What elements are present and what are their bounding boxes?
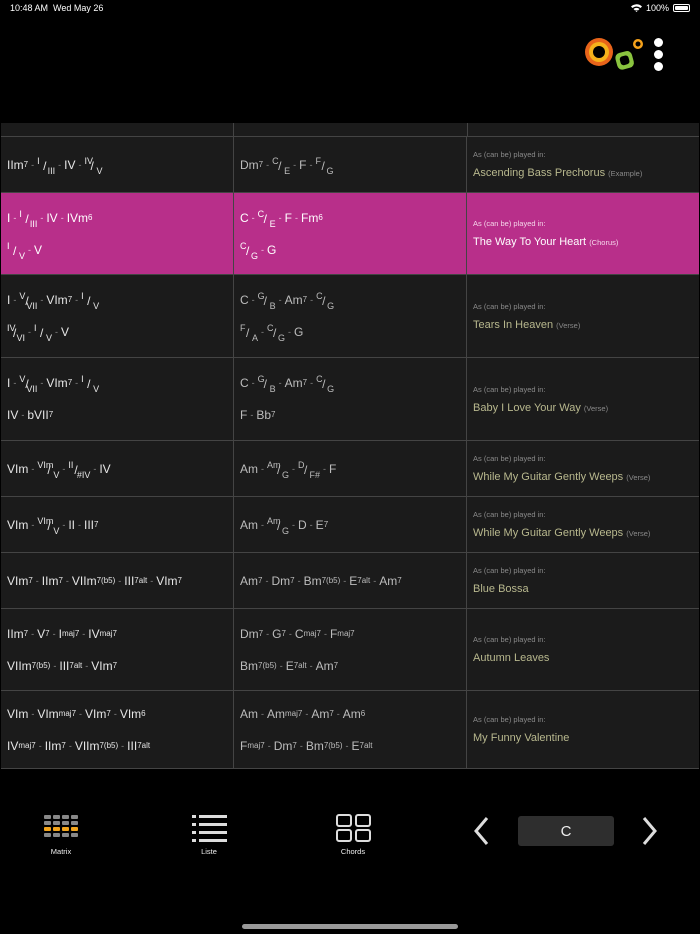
song-cell: As (can be) played in: Ascending Bass Pr… [473,150,643,179]
chords-grid-icon [335,814,371,842]
tab-list-label: Liste [201,847,217,856]
matrix-grid-icon [43,815,78,837]
app-logo [585,38,643,70]
song-cell: As (can be) played in: While My Guitar G… [473,454,651,483]
table-row[interactable]: VIm - VIm / V - II / #IV - IV Am - Am / G - D / F# - F As (c… [1,441,699,497]
song-title: Tears In Heaven [473,318,554,331]
song-title: Baby I Love Your Way [473,401,581,414]
song-title: While My Guitar Gently Weeps [473,471,624,483]
song-cell: As (can be) played in: My Funny Valentin… [473,715,570,744]
chords-cell: Am - Am / G - D - E 7 [234,497,467,552]
key-selector[interactable]: C [518,816,614,846]
chevron-left-icon[interactable] [472,815,490,847]
tab-chords-label: Chords [340,847,366,856]
dot-icon [653,38,663,47]
song-cell: As (can be) played in: While My Guitar G… [473,510,651,539]
chords-cell: Am - Am / G - D / F# - F [234,441,467,496]
battery-icon [673,4,690,12]
key-value: C [560,822,572,840]
song-title: Autumn Leaves [473,652,550,664]
roman-numerals-cell: I - V / VII - VIm 7- I / V IV - bVII 7 [1,358,234,440]
chevron-right-icon[interactable] [641,815,659,847]
roman-numerals-cell: I - V / VII - VIm 7- I / V IV / VI - I / V - V [1,275,234,357]
chords-cell: Dm 7- C / E - F - F / G [234,137,467,192]
song-title: The Way To Your Heart [473,236,587,248]
table-row[interactable]: IIm 7- I / III - IV - IV / V Dm 7- C / E - F - F / G As (can… [1,137,699,193]
song-title: While My Guitar Gently Weeps [473,527,624,539]
chords-cell: C - C / E - F - Fm 6 C / G - G [234,193,467,274]
table-row[interactable]: VIm 7- IIm 7- VIIm 7(b5) - III 7 alt - VIm 7 Am 7- Dm 7… [1,553,699,609]
chords-cell: C - G / B - Am 7- C / G F - Bb 7 [234,358,467,440]
wifi-icon [630,4,642,12]
dot-icon [653,50,663,59]
table-row[interactable]: VIm - VIm maj7- VIm 7- VIm 6 IV maj 7- IIm 7- VIIm 7(… [1,691,699,769]
chords-cell: Am - Am maj7- Am 7- Am 6 Fmaj 7- Dm 7- Bm 7(b5) - E 7 al… [234,691,467,768]
table-row-selected[interactable]: I - I / III - IV - IVm 6 I / V - V C - C / E - F - Fm 6 C / G - G … [1,193,699,275]
table-row[interactable]: I - V / VII - VIm 7- I / V IV / VI - I / V - V C - G / B - Am 7- C… [1,275,699,358]
song-cell: As (can be) played in: Baby I Love Your … [473,384,609,414]
song-title: Blue Bossa [473,583,529,595]
tab-matrix[interactable]: Matrix [21,805,101,856]
list-icon [191,815,227,842]
home-indicator[interactable] [242,924,458,929]
roman-numerals-cell: IIm 7- V 7- Imaj 7- IV maj 7 VIIm 7(b5) - III 7 alt - V… [1,609,234,690]
chords-cell: Am 7- Dm 7- Bm 7(b5) - E 7 alt - Am 7 [234,553,467,608]
tab-list[interactable]: Liste [169,805,249,856]
table-row[interactable]: I - V / VII - VIm 7- I / V IV - bVII 7 C - G / B - Am 7- C / G … [1,358,699,441]
chords-cell: C - G / B - Am 7- C / G F / A - C / G - G [234,275,467,357]
song-title: My Funny Valentine [473,732,570,744]
song-cell: As (can be) played in: Blue Bossa [473,566,546,595]
table-row[interactable]: IIm 7- V 7- Imaj 7- IV maj 7 VIIm 7(b5) - III 7 alt - V… [1,609,699,691]
roman-numerals-cell: IIm 7- I / III - IV - IV / V [1,137,234,192]
table-header [1,123,699,137]
tab-matrix-label: Matrix [50,847,72,856]
status-bar: 10:48 AM Wed May 26 100% [0,0,700,17]
tab-chords[interactable]: Chords [313,805,393,856]
roman-numerals-cell: VIm - VIm / V - II / #IV - IV [1,441,234,496]
status-time: 10:48 AM Wed May 26 [10,3,104,13]
roman-numerals-cell: VIm - VIm / V - II - III 7 [1,497,234,552]
progression-table: IIm 7- I / III - IV - IV / V Dm 7- C / E - F - F / G As (can… [1,123,699,769]
roman-numerals-cell: VIm - VIm maj7- VIm 7- VIm 6 IV maj 7- IIm 7- VIIm 7(… [1,691,234,768]
song-cell: As (can be) played in: The Way To Your H… [473,219,619,248]
roman-numerals-cell: VIm 7- IIm 7- VIIm 7(b5) - III 7 alt - VIm 7 [1,553,234,608]
battery-percent: 100% [645,3,669,13]
status-right: 100% [630,3,690,13]
dot-icon [653,62,663,71]
table-row[interactable]: VIm - VIm / V - II - III 7 Am - Am / G - D - E 7 As (can b… [1,497,699,553]
song-title: Ascending Bass Prechorus [473,167,606,179]
song-cell: As (can be) played in: Tears In Heaven (… [473,301,581,331]
more-menu-button[interactable] [648,38,668,74]
chords-cell: Dm 7- G 7- Cmaj 7- Fmaj 7 Bm 7(b5) - E 7 alt - Am 7 [234,609,467,690]
song-cell: As (can be) played in: Autumn Leaves [473,635,550,664]
roman-numerals-cell: I - I / III - IV - IVm 6 I / V - V [1,193,234,274]
